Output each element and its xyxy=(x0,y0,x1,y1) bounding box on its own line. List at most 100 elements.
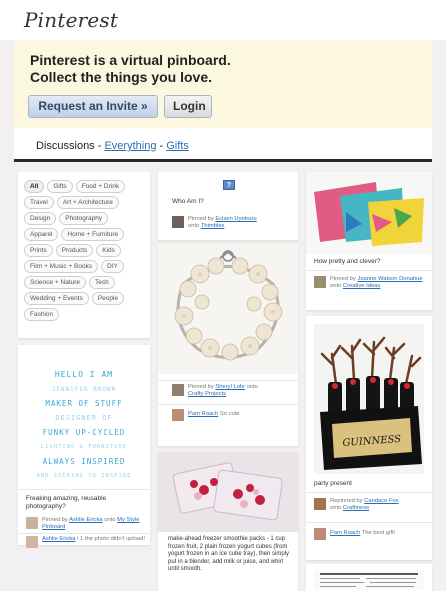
text-art-line: AND SEEKING TO INSPIRE xyxy=(36,472,132,479)
pinned-by-label: Pinned by xyxy=(188,216,214,222)
pin-attribution: Repinned by Candace Fox onto Craftiness xyxy=(330,498,428,512)
pin-attribution: Pinned by Eclsen Uyotruru onto Thimbles xyxy=(188,216,294,230)
newspaper-image[interactable] xyxy=(314,570,424,590)
reindeer-beer-image[interactable]: GUINNESS xyxy=(314,324,424,474)
pin-card-pillow[interactable]: How pretty and clever? Pinned by Joanne … xyxy=(306,172,432,310)
everything-link[interactable]: Everything xyxy=(104,140,156,152)
comment-user-link[interactable]: Ashlie Ericka xyxy=(42,536,76,542)
category-tag[interactable]: Kids xyxy=(96,244,121,257)
text-art-line: HELLO I AM xyxy=(54,370,114,379)
user-link[interactable]: Joanne Watson Donahue xyxy=(357,276,422,282)
text-art-image[interactable]: HELLO I AM JENNIFER BROWN MAKER OF STUFF DE… xyxy=(28,355,140,485)
pinned-by-label: Pinned by xyxy=(330,276,356,282)
pin-caption: Who Am I? xyxy=(172,198,204,205)
category-tag[interactable]: People xyxy=(91,292,125,305)
pin-divider xyxy=(306,492,432,493)
category-tag[interactable]: Art + Architecture xyxy=(56,196,119,209)
board-link[interactable]: Thimbles xyxy=(201,223,225,229)
comment-user-link[interactable]: Pam Roach xyxy=(188,411,218,417)
category-tag[interactable]: Film + Music + Books xyxy=(24,260,99,273)
pin-card-text-art[interactable]: HELLO I AM JENNIFER BROWN MAKER OF STUFF DE… xyxy=(18,345,150,548)
pin-divider xyxy=(158,380,298,381)
text-art-line: DESIGNER OF xyxy=(55,413,113,422)
question-icon: ? xyxy=(223,180,235,190)
pin-caption: party present xyxy=(314,480,352,487)
pin-divider xyxy=(18,489,150,490)
board-link[interactable]: Crafty Projects xyxy=(188,391,226,397)
onto-label: onto xyxy=(104,517,116,523)
onto-label: onto xyxy=(330,505,342,511)
board-link[interactable]: Craftiness xyxy=(343,505,369,511)
category-tag[interactable]: Photography xyxy=(59,212,109,225)
avatar[interactable] xyxy=(172,384,184,396)
category-tag[interactable]: Fashion xyxy=(24,308,60,321)
pin-attribution: Pinned by Sheryl Lohr onto Crafty Projec… xyxy=(188,384,292,398)
user-link[interactable]: Candace Fox xyxy=(364,498,398,504)
category-tag[interactable]: Wedding + Events xyxy=(24,292,89,305)
discussions-label: Discussions - xyxy=(36,140,105,152)
onto-label: onto xyxy=(188,223,200,229)
comment-text: The best gift! xyxy=(361,530,396,536)
pin-divider xyxy=(158,404,298,405)
pinterest-logo[interactable]: Pinterest xyxy=(24,8,118,32)
pin-card-who-am-i[interactable]: ? Who Am I? Pinned by Eclsen Uyotruru on… xyxy=(158,172,298,240)
pin-card-beer[interactable]: GUINNESS party present Repinned by Canda… xyxy=(306,316,432,560)
text-art-line: ALWAYS INSPIRED xyxy=(42,457,126,466)
pin-attribution: Pinned by Joanne Watson Donahue onto Cre… xyxy=(330,276,428,290)
text-art-line: JENNIFER BROWN xyxy=(51,385,117,393)
category-tag[interactable]: All xyxy=(24,180,45,193)
pillow-image[interactable] xyxy=(306,172,432,254)
category-tag[interactable]: Apparel xyxy=(24,228,59,241)
text-art-line: FUNKY UP-CYCLED xyxy=(42,428,126,437)
hero-headline: Pinterest is a virtual pinboard. Collect… xyxy=(30,52,410,86)
category-list: All Gifts Food + Drink Travel Art + Architec… xyxy=(24,180,144,321)
pin-divider xyxy=(18,533,150,534)
pin-card-smoothie[interactable]: make-ahead freezer smoothie packs - 1 cu… xyxy=(158,452,298,591)
avatar[interactable] xyxy=(172,216,184,228)
category-tag[interactable]: Gifts xyxy=(47,180,73,193)
category-tag[interactable]: Science + Nature xyxy=(24,276,87,289)
category-tag[interactable]: Tech xyxy=(89,276,115,289)
gifts-link[interactable]: Gifts xyxy=(166,140,189,152)
category-tag[interactable]: Prints xyxy=(24,244,53,257)
pin-divider xyxy=(306,522,432,523)
onto-label: onto xyxy=(246,384,258,390)
hero-line-1: Pinterest is a virtual pinboard. xyxy=(30,52,231,68)
pin-comment: Pam Roach The best gift! xyxy=(330,530,428,537)
pin-card-newspaper[interactable] xyxy=(306,564,432,591)
category-tag[interactable]: Home + Furniture xyxy=(61,228,125,241)
category-tag[interactable]: Travel xyxy=(24,196,54,209)
pin-caption: How pretty and clever? xyxy=(314,258,381,265)
pin-caption: Freaking amazing, reusable photography? xyxy=(26,495,107,510)
user-link[interactable]: Sheryl Lohr xyxy=(215,384,245,390)
pin-comment: Pam Roach So cute xyxy=(188,411,292,418)
user-link[interactable]: Eclsen Uyotruru xyxy=(215,216,256,222)
avatar[interactable] xyxy=(314,528,326,540)
avatar[interactable] xyxy=(172,409,184,421)
hero-line-2: Collect the things you love. xyxy=(30,69,213,85)
avatar[interactable] xyxy=(314,276,326,288)
category-tag[interactable]: Products xyxy=(55,244,94,257)
user-link[interactable]: Ashlie Ericka xyxy=(69,517,103,523)
category-tag[interactable]: DIY xyxy=(101,260,124,273)
pin-caption: make-ahead freezer smoothie packs - 1 cu… xyxy=(168,536,290,572)
category-tag[interactable]: Food + Drink xyxy=(75,180,126,193)
category-tag[interactable]: Design xyxy=(24,212,57,225)
board-link[interactable]: Creative Ideas xyxy=(343,283,380,289)
comment-text: i 1 the photo didn't upload! xyxy=(77,536,145,542)
avatar[interactable] xyxy=(314,498,326,510)
hero-banner: Pinterest is a virtual pinboard. Collect… xyxy=(14,40,432,128)
pin-card-bracelet[interactable]: Pinned by Sheryl Lohr onto Crafty Projec… xyxy=(158,244,298,446)
pin-comment: Ashlie Ericka i 1 the photo didn't uploa… xyxy=(42,536,146,543)
pinned-by-label: Pinned by xyxy=(42,517,68,523)
pin-divider xyxy=(306,270,432,271)
avatar[interactable] xyxy=(26,517,38,529)
comment-user-link[interactable]: Pam Roach xyxy=(330,530,360,536)
avatar[interactable] xyxy=(26,536,38,548)
nav-separator: - xyxy=(156,140,167,152)
button-bracelet-image[interactable] xyxy=(158,244,298,374)
onto-label: onto xyxy=(330,283,342,289)
request-invite-button[interactable]: Request an Invite » xyxy=(28,95,158,118)
login-button[interactable]: Login xyxy=(164,95,212,118)
smoothie-packs-image[interactable] xyxy=(158,452,298,532)
